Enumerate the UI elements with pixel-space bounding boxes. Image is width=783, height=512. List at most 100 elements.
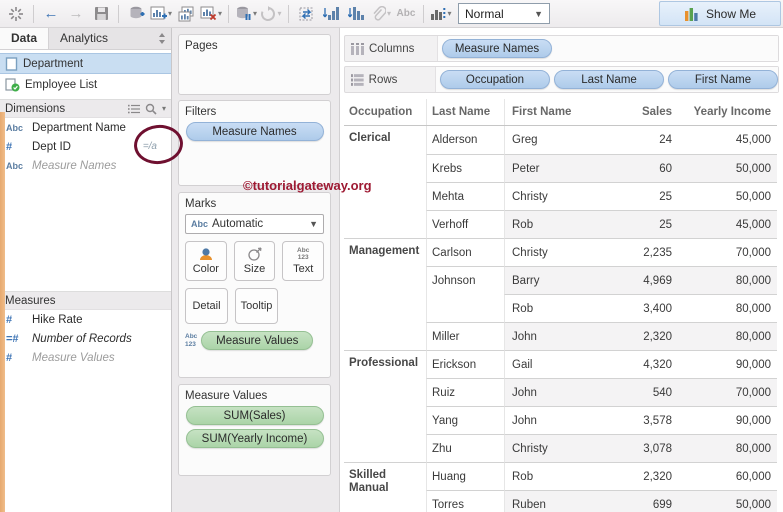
last-name-cell[interactable]: Krebs	[426, 154, 504, 182]
first-name-cell[interactable]: Barry	[504, 266, 592, 294]
yearly-income-value[interactable]: 80,000	[678, 434, 777, 462]
header-yearly-income[interactable]: Yearly Income	[678, 99, 777, 125]
last-name-cell[interactable]: Yang	[426, 406, 504, 434]
pause-auto-updates-button[interactable]: ▾	[234, 2, 258, 26]
occupation-cell[interactable]	[344, 294, 426, 322]
first-name-cell[interactable]: John	[504, 378, 592, 406]
occupation-cell[interactable]: Management	[344, 238, 426, 266]
sales-value[interactable]: 540	[592, 378, 678, 406]
tooltip-button[interactable]: Tooltip	[235, 288, 278, 324]
columns-shelf[interactable]: Columns Measure Names	[344, 35, 779, 62]
yearly-income-value[interactable]: 80,000	[678, 322, 777, 350]
last-name-cell[interactable]: Alderson	[426, 126, 504, 154]
chevron-down-icon[interactable]: ▾	[162, 104, 166, 113]
pane-options-icon[interactable]	[158, 28, 171, 49]
new-worksheet-button[interactable]: ▾	[149, 2, 173, 26]
undo-button[interactable]: ←	[39, 2, 63, 26]
run-update-button[interactable]: ▾	[259, 2, 283, 26]
first-name-cell[interactable]: John	[504, 406, 592, 434]
occupation-cell[interactable]: Skilled Manual	[344, 462, 426, 494]
last-name-cell[interactable]: Mehta	[426, 182, 504, 210]
shelf-pill[interactable]: Occupation	[440, 70, 550, 89]
sales-value[interactable]: 3,578	[592, 406, 678, 434]
redo-button[interactable]: →	[64, 2, 88, 26]
detail-button[interactable]: Detail	[185, 288, 228, 324]
last-name-cell[interactable]: Ruiz	[426, 378, 504, 406]
yearly-income-value[interactable]: 80,000	[678, 266, 777, 294]
header-occupation[interactable]: Occupation	[344, 99, 426, 125]
duplicate-sheet-button[interactable]	[174, 2, 198, 26]
show-me-button[interactable]: Show Me	[659, 1, 781, 26]
first-name-cell[interactable]: Christy	[504, 238, 592, 266]
occupation-cell[interactable]	[344, 322, 426, 350]
measure-field[interactable]: # Hike Rate	[0, 310, 171, 329]
sales-value[interactable]: 2,320	[592, 462, 678, 490]
data-source-item[interactable]: Employee List	[0, 74, 171, 95]
search-icon[interactable]	[145, 103, 157, 115]
occupation-cell[interactable]	[344, 378, 426, 406]
data-source-item[interactable]: Department	[0, 53, 171, 74]
yearly-income-value[interactable]: 50,000	[678, 154, 777, 182]
sales-value[interactable]: 2,320	[592, 322, 678, 350]
last-name-cell[interactable]: Huang	[426, 462, 504, 490]
sales-value[interactable]: 699	[592, 490, 678, 512]
sales-value[interactable]: 24	[592, 126, 678, 154]
last-name-cell[interactable]: Johnson	[426, 266, 504, 294]
occupation-cell[interactable]	[344, 434, 426, 462]
header-sales[interactable]: Sales	[592, 99, 678, 125]
sales-value[interactable]: 4,969	[592, 266, 678, 294]
sales-value[interactable]: 60	[592, 154, 678, 182]
first-name-cell[interactable]: Peter	[504, 154, 592, 182]
first-name-cell[interactable]: Greg	[504, 126, 592, 154]
text-button[interactable]: Abc 123 Text	[282, 241, 325, 281]
fit-mode-select[interactable]: Normal ▼	[458, 3, 550, 24]
header-last-name[interactable]: Last Name	[426, 99, 504, 125]
occupation-cell[interactable]	[344, 210, 426, 238]
swap-rows-columns-button[interactable]	[294, 2, 318, 26]
sales-value[interactable]: 3,400	[592, 294, 678, 322]
last-name-cell[interactable]: Miller	[426, 322, 504, 350]
yearly-income-value[interactable]: 90,000	[678, 350, 777, 378]
yearly-income-value[interactable]: 60,000	[678, 462, 777, 490]
last-name-cell[interactable]: Verhoff	[426, 210, 504, 238]
first-name-cell[interactable]: Gail	[504, 350, 592, 378]
occupation-cell[interactable]: Professional	[344, 350, 426, 378]
occupation-cell[interactable]	[344, 490, 426, 512]
yearly-income-value[interactable]: 90,000	[678, 406, 777, 434]
occupation-cell[interactable]	[344, 406, 426, 434]
measure-field[interactable]: # Measure Values	[0, 348, 171, 367]
last-name-cell[interactable]: Torres	[426, 490, 504, 512]
measure-value-pill[interactable]: SUM(Yearly Income)	[185, 429, 324, 448]
yearly-income-value[interactable]: 50,000	[678, 182, 777, 210]
first-name-cell[interactable]: John	[504, 322, 592, 350]
first-name-cell[interactable]: Christy	[504, 182, 592, 210]
sort-ascending-button[interactable]	[319, 2, 343, 26]
tab-data[interactable]: Data	[0, 28, 50, 49]
yearly-income-value[interactable]: 70,000	[678, 238, 777, 266]
header-first-name[interactable]: First Name	[504, 99, 592, 125]
sales-value[interactable]: 3,078	[592, 434, 678, 462]
first-name-cell[interactable]: Ruben	[504, 490, 592, 512]
sales-value[interactable]: 4,320	[592, 350, 678, 378]
sales-value[interactable]: 25	[592, 210, 678, 238]
shelf-pill[interactable]: Measure Names	[442, 39, 552, 58]
first-name-cell[interactable]: Rob	[504, 210, 592, 238]
last-name-cell[interactable]	[426, 294, 504, 322]
fit-axes-button[interactable]: ▾	[429, 2, 453, 26]
clear-sheet-button[interactable]: ▾	[199, 2, 223, 26]
sales-value[interactable]: 25	[592, 182, 678, 210]
occupation-cell[interactable]: Clerical	[344, 126, 426, 154]
yearly-income-value[interactable]: 70,000	[678, 378, 777, 406]
save-button[interactable]	[89, 2, 113, 26]
filter-pill-measure-names[interactable]: Measure Names	[185, 122, 324, 141]
shelf-pill[interactable]: Last Name	[554, 70, 664, 89]
tableau-logo-icon[interactable]	[4, 2, 28, 26]
last-name-cell[interactable]: Zhu	[426, 434, 504, 462]
view-list-icon[interactable]	[127, 104, 140, 114]
yearly-income-value[interactable]: 45,000	[678, 126, 777, 154]
sales-value[interactable]: 2,235	[592, 238, 678, 266]
measure-field[interactable]: =# Number of Records	[0, 329, 171, 348]
shelf-pill[interactable]: First Name	[668, 70, 778, 89]
sort-descending-button[interactable]	[344, 2, 368, 26]
marks-pill-measure-values[interactable]: Measure Values	[201, 331, 314, 350]
